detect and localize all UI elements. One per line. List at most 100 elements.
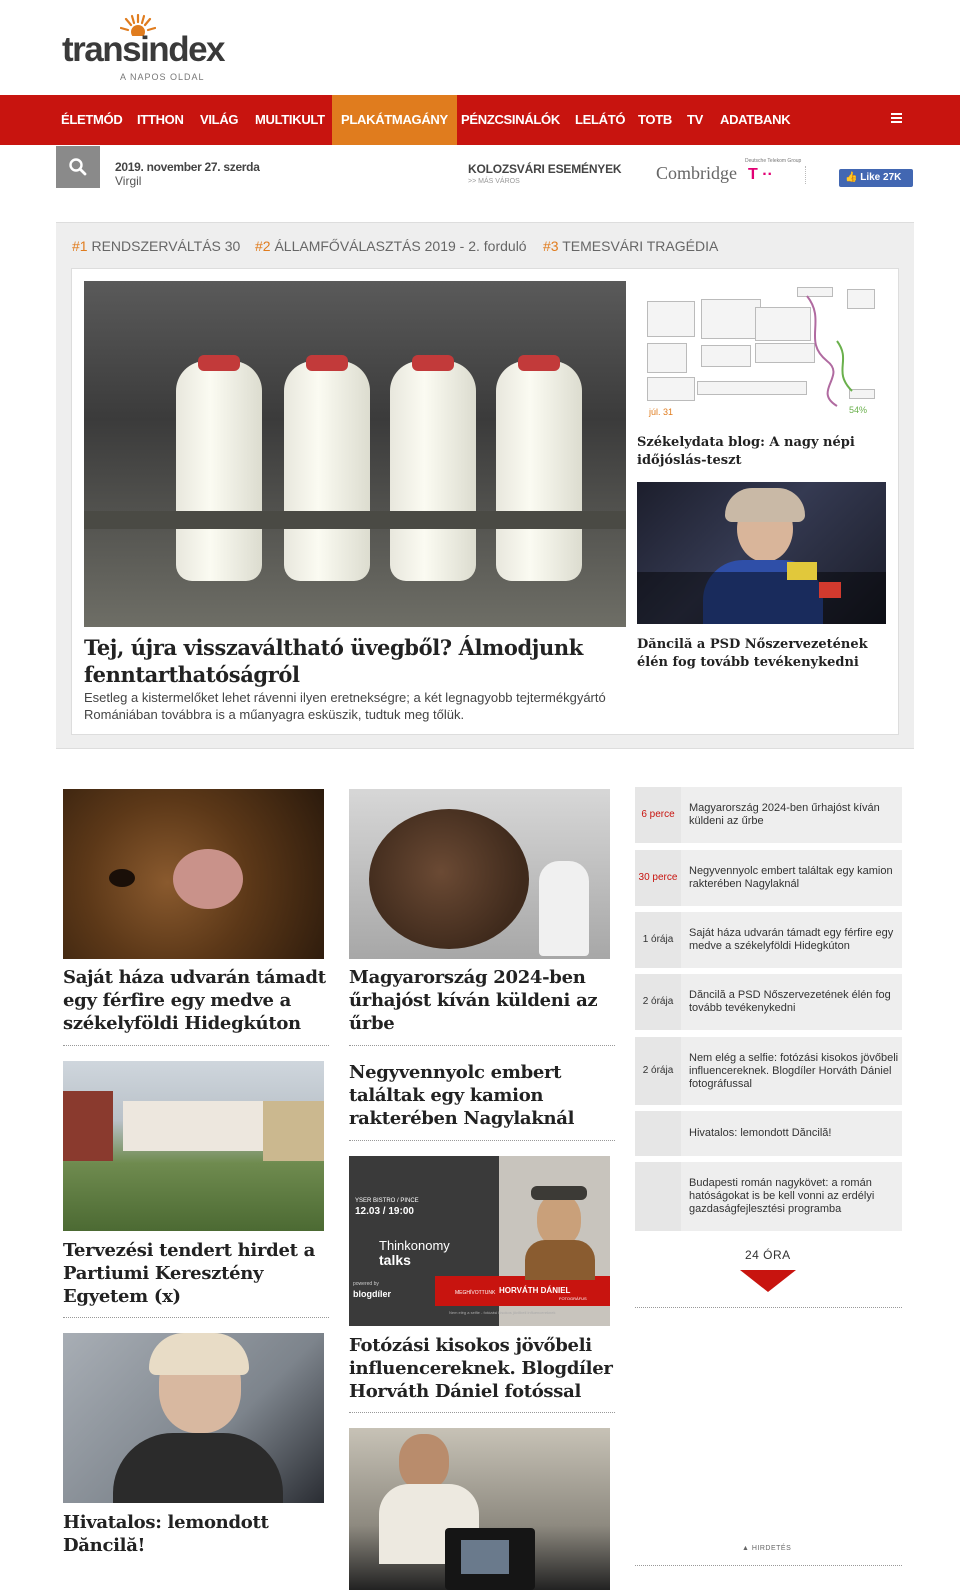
invited-label: MEGHÍVOTTUNK xyxy=(455,1290,496,1296)
graphic-date: júl. 31 xyxy=(649,407,674,417)
like-count: Like 27K xyxy=(860,172,902,183)
hair-shape xyxy=(149,1333,249,1375)
feed-item[interactable]: Budapesti román nagykövet: a román hatós… xyxy=(635,1162,902,1231)
event-brand-1: Thinkonomy xyxy=(379,1238,450,1253)
bottle-shape xyxy=(176,355,262,581)
topic-number: #1 xyxy=(72,238,88,254)
site-logo[interactable]: transindex A NAPOS OLDAL xyxy=(62,14,232,82)
card-image-dancila[interactable] xyxy=(63,1333,324,1503)
sponsor-logo[interactable]: Combridge xyxy=(656,163,737,184)
ad-label-text: HIRDETÉS xyxy=(751,1545,792,1552)
card-image-thinkonomy[interactable]: YSER BISTRO / PINCE 12.03 / 19:00 Thinko… xyxy=(349,1156,610,1326)
feed-item[interactable]: Hivatalos: lemondott Dăncilă! xyxy=(635,1111,902,1156)
nav-item-penzcsinalok[interactable]: PÉNZCSINÁLÓK xyxy=(461,95,560,145)
event-venue: YSER BISTRO / PINCE xyxy=(355,1198,419,1204)
search-icon xyxy=(69,158,87,176)
feed-title: Dăncilă a PSD Nőszervezetének élén fog t… xyxy=(689,989,891,1014)
featured-image[interactable] xyxy=(84,281,626,627)
more-24h-link[interactable]: 24 ÓRA xyxy=(745,1248,791,1262)
cap-shape xyxy=(531,1186,587,1200)
feed-time: 2 órája xyxy=(635,1037,681,1105)
diagram-box xyxy=(647,377,695,401)
card-title-1[interactable]: Saját háza udvarán támadt egy férfire eg… xyxy=(63,966,328,1035)
divider xyxy=(744,166,806,184)
side-article-image-1[interactable]: júl. 31 54% xyxy=(637,281,886,423)
event-brand-2: talks xyxy=(379,1252,411,1268)
card-image-capsule[interactable] xyxy=(349,789,610,959)
feed-time: 1 órája xyxy=(635,912,681,968)
card-title-6[interactable]: Hivatalos: lemondott Dăncilă! xyxy=(63,1511,328,1557)
distribution-curve xyxy=(806,295,853,407)
camera-screen xyxy=(461,1540,509,1574)
ad-label: ▲ HIRDETÉS xyxy=(742,1545,792,1552)
card-image-bear[interactable] xyxy=(63,789,324,959)
powered-by: powered by xyxy=(353,1281,379,1287)
feed-time: 30 perce xyxy=(635,850,681,906)
events-link[interactable]: KOLOZSVÁRI ESEMÉNYEK xyxy=(468,162,622,176)
feed-item[interactable]: 1 órája Saját háza udvarán támadt egy fé… xyxy=(635,912,902,968)
logo-wordmark: transindex xyxy=(62,30,226,69)
topic-label: ÁLLAMFŐVÁLASZTÁS 2019 - 2. forduló xyxy=(274,238,527,254)
beard-shape xyxy=(525,1240,595,1280)
nav-item-itthon[interactable]: ITTHON xyxy=(137,95,184,145)
other-city-link[interactable]: >> MÁS VÁROS xyxy=(468,178,520,185)
side-article-title-2[interactable]: Dăncilă a PSD Nőszervezetének élén fog t… xyxy=(637,636,887,672)
person-face xyxy=(399,1434,449,1490)
nav-item-lelato[interactable]: LELÁTÓ xyxy=(575,95,626,145)
building-shape xyxy=(123,1101,273,1151)
nav-item-vilag[interactable]: VILÁG xyxy=(200,95,239,145)
card-image-university[interactable] xyxy=(63,1061,324,1231)
capsule-shape xyxy=(369,809,529,949)
card-image-speaker[interactable] xyxy=(349,1428,610,1590)
mic-flag xyxy=(787,562,817,580)
card-divider xyxy=(63,1317,329,1318)
side-article-title-1[interactable]: Székelydata blog: A nagy népi időjóslás-… xyxy=(637,434,887,470)
search-button[interactable] xyxy=(56,146,100,188)
feed-item[interactable]: 2 órája Nem elég a selfie: fotózási kiso… xyxy=(635,1037,902,1105)
feed-item[interactable]: 2 órája Dăncilă a PSD Nőszervezetének él… xyxy=(635,974,902,1030)
feed-item[interactable]: 6 perce Magyarország 2024-ben űrhajóst k… xyxy=(635,787,902,843)
nav-item-plakatmagany[interactable]: PLAKÁTMAGÁNY xyxy=(332,95,457,145)
microphones xyxy=(637,572,886,624)
side-article-image-2[interactable] xyxy=(637,482,886,624)
diagram-box xyxy=(647,343,687,373)
feed-title: Hivatalos: lemondott Dăncilă! xyxy=(689,1127,832,1139)
topic-3[interactable]: #3 TEMESVÁRI TRAGÉDIA xyxy=(543,238,718,254)
topic-label: TEMESVÁRI TRAGÉDIA xyxy=(562,238,719,254)
card-title-5[interactable]: Fotózási kisokos jövőbeli influencerekne… xyxy=(349,1334,614,1403)
card-divider xyxy=(63,1045,329,1046)
nav-item-adatbank[interactable]: ADATBANK xyxy=(720,95,791,145)
topic-1[interactable]: #1 RENDSZERVÁLTÁS 30 xyxy=(72,238,240,254)
guest-role: FOTOGRÁFUS xyxy=(559,1296,587,1301)
card-title-3[interactable]: Tervezési tendert hirdet a Partiumi Kere… xyxy=(63,1239,328,1308)
dark-coat xyxy=(113,1433,283,1503)
camera-shape xyxy=(445,1528,535,1590)
nav-item-eletmod[interactable]: ÉLETMÓD xyxy=(61,95,123,145)
feed-time xyxy=(635,1162,681,1231)
current-date: 2019. november 27. szerda xyxy=(115,160,260,174)
feed-title: Saját háza udvarán támadt egy férfire eg… xyxy=(689,927,894,952)
menu-icon[interactable] xyxy=(891,113,902,125)
event-footer: Nem elég a selfie - fotózási kisokos jöv… xyxy=(449,1310,556,1315)
nav-item-totb[interactable]: TOTB xyxy=(638,95,672,145)
card-title-2[interactable]: Magyarország 2024-ben űrhajóst kíván kül… xyxy=(349,966,614,1035)
featured-title[interactable]: Tej, újra visszaváltható üvegből? Álmodj… xyxy=(84,634,624,688)
nav-item-multikult[interactable]: MULTIKULT xyxy=(255,95,325,145)
bear-mouth xyxy=(173,849,243,909)
ad-divider xyxy=(635,1565,902,1566)
topic-number: #2 xyxy=(255,238,271,254)
diagram-box xyxy=(697,381,807,395)
diagram-box xyxy=(701,299,761,339)
mic-flag xyxy=(819,582,841,598)
chevron-down-icon[interactable] xyxy=(740,1268,796,1292)
card-divider xyxy=(349,1045,615,1046)
feed-item[interactable]: 30 perce Negyvennyolc embert találtak eg… xyxy=(635,850,902,906)
event-datetime: 12.03 / 19:00 xyxy=(355,1206,414,1217)
bear-nose xyxy=(109,869,135,887)
card-divider xyxy=(349,1140,615,1141)
card-title-4[interactable]: Negyvennyolc embert találtak egy kamion … xyxy=(349,1061,614,1130)
feed-title: Magyarország 2024-ben űrhajóst kíván kül… xyxy=(689,802,880,827)
nav-item-tv[interactable]: TV xyxy=(687,95,703,145)
topic-2[interactable]: #2 ÁLLAMFŐVÁLASZTÁS 2019 - 2. forduló xyxy=(255,238,527,254)
facebook-like-button[interactable]: 👍 Like 27K xyxy=(839,169,913,187)
